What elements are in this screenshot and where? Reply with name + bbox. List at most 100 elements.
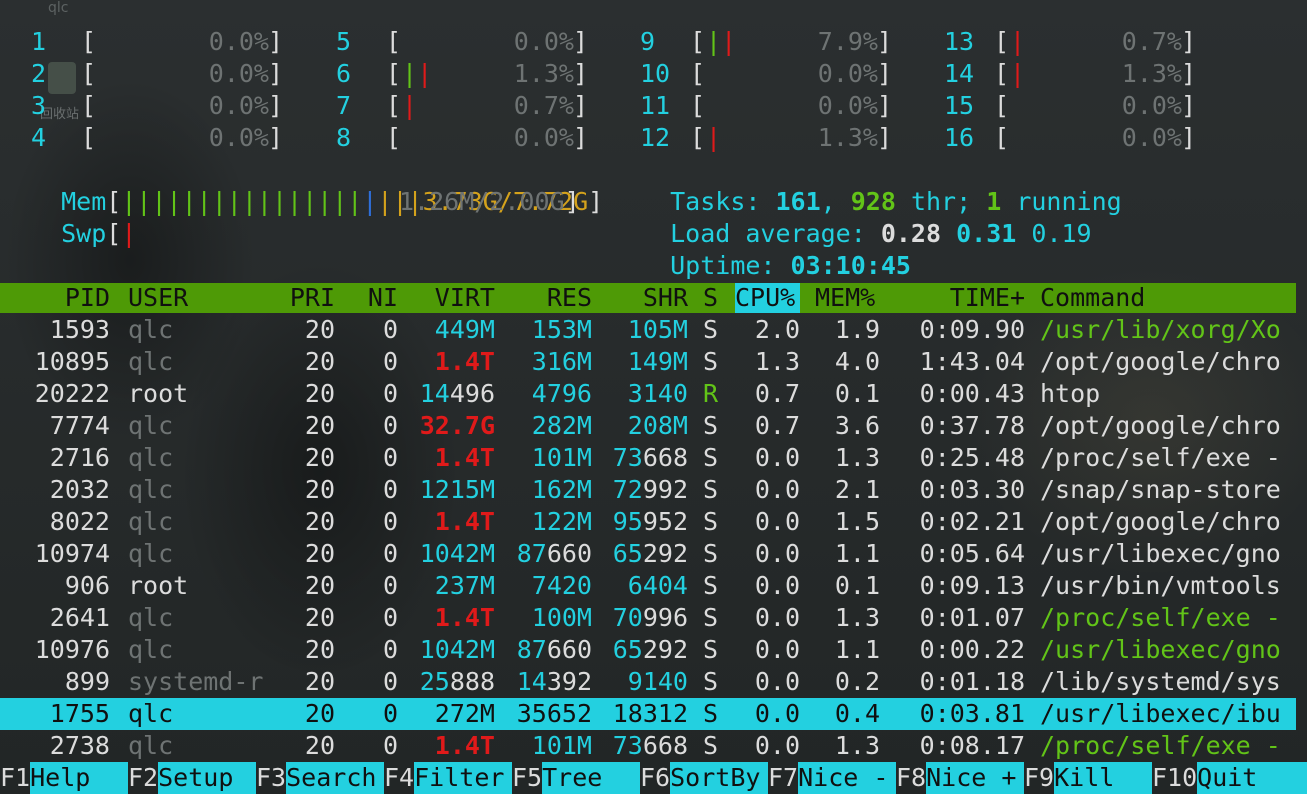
cell-time: 0:09.90: [919, 315, 1025, 344]
cell-shr: 73668: [612, 731, 688, 760]
process-row[interactable]: 906 root 20 0 237M 7420 6404 S 0.0 0.1 0:09.13/usr…: [0, 570, 1296, 602]
cell-time: 1:43.04: [919, 347, 1025, 376]
cpu-meter-13: 13[| 0.7%]: [944, 27, 1196, 56]
cpu-meter-3: 3[0.0%]: [31, 91, 283, 120]
process-row[interactable]: 10895 qlc 20 0 1.4T 316M 149M S 1.3 4.0 1:43.04/op…: [0, 346, 1296, 378]
cpu-usage-bar: |: [706, 123, 722, 152]
cell-shr: 70996: [612, 603, 688, 632]
cell-command: /usr/libexec/ibu: [1040, 699, 1281, 728]
cpu-percent: 0.0%: [208, 91, 269, 120]
process-row[interactable]: 10976 qlc 20 0 1042M 87660 65292 S 0.0 1.1 0:00.22…: [0, 634, 1296, 666]
cell-time: 0:01.07: [919, 603, 1025, 632]
fkey-f7[interactable]: F7Nice -: [768, 762, 897, 794]
fkey-f2[interactable]: F2Setup: [128, 762, 257, 794]
cell-state: S: [703, 443, 719, 472]
col-time[interactable]: TIME+: [890, 283, 1025, 313]
col-res[interactable]: RES: [500, 283, 592, 313]
cell-command: /snap/snap-store: [1040, 475, 1281, 504]
swap-meter: Swp[|: [61, 219, 137, 248]
cell-shr: 105M: [627, 315, 688, 344]
cell-res: 100M: [531, 603, 592, 632]
cell-virt: 272M: [434, 699, 495, 728]
col-virt[interactable]: VIRT: [400, 283, 495, 313]
cell-cpu: 0.0: [754, 603, 800, 632]
fkey-f5[interactable]: F5Tree: [512, 762, 641, 794]
function-key-bar: F1Help F2Setup F3Search F4Filter F5Tree F6…: [0, 762, 1307, 794]
col-ni[interactable]: NI: [340, 283, 398, 313]
process-row[interactable]: 7774 qlc 20 0 32.7G 282M 208M S 0.7 3.6 0:37.78/op…: [0, 410, 1296, 442]
cpu-percent: 0.0%: [817, 91, 878, 120]
process-row[interactable]: 1755 qlc 20 0 272M 35652 18312 S 0.0 0.4 0:03.81/u…: [0, 698, 1296, 730]
fkey-f3[interactable]: F3Search: [256, 762, 385, 794]
cell-pri: 20: [304, 507, 335, 536]
fkey-label: Help: [30, 762, 129, 794]
process-row[interactable]: 10974 qlc 20 0 1042M 87660 65292 S 0.0 1.1 0:05.64…: [0, 538, 1296, 570]
cpu-usage-bar: ||: [402, 59, 433, 88]
cell-state: S: [703, 731, 719, 760]
cell-pid: 10976: [34, 635, 110, 664]
process-row[interactable]: 2716 qlc 20 0 1.4T 101M 73668 S 0.0 1.3 0:25.48/pr…: [0, 442, 1296, 474]
fkey-f9[interactable]: F9Kill: [1024, 762, 1153, 794]
cell-command: /opt/google/chro: [1040, 347, 1281, 376]
col-mem[interactable]: MEM%: [815, 283, 880, 313]
process-row[interactable]: 2738 qlc 20 0 1.4T 101M 73668 S 0.0 1.3 0:08.17/pr…: [0, 730, 1296, 762]
col-user[interactable]: USER: [128, 283, 278, 313]
fkey-f6[interactable]: F6SortBy: [640, 762, 769, 794]
process-row[interactable]: 8022 qlc 20 0 1.4T 122M 95952 S 0.0 1.5 0:02.21/op…: [0, 506, 1296, 538]
fkey-key: F6: [640, 763, 671, 792]
cpu-meter-16: 16[0.0%]: [944, 123, 1196, 152]
fkey-key: F9: [1024, 763, 1055, 792]
cell-nice: 0: [382, 315, 398, 344]
col-cpu-sorted[interactable]: CPU%: [735, 283, 800, 313]
cell-nice: 0: [382, 475, 398, 504]
col-pri[interactable]: PRI: [280, 283, 335, 313]
fkey-f1[interactable]: F1Help: [0, 762, 129, 794]
cell-res: 153M: [531, 315, 592, 344]
col-state[interactable]: S: [703, 283, 723, 313]
cell-nice: 0: [382, 347, 398, 376]
cell-pid: 20222: [34, 379, 110, 408]
uptime: Uptime: 03:10:45: [670, 251, 911, 280]
load-average: Load average: 0.28 0.31 0.19: [670, 219, 1092, 248]
cpu-percent: 1.3%: [1121, 59, 1182, 88]
cell-command: /proc/self/exe -: [1040, 443, 1281, 472]
cell-virt: 1.4T: [434, 443, 495, 472]
fkey-f10[interactable]: F10Quit: [1152, 762, 1307, 794]
cell-pri: 20: [304, 411, 335, 440]
cpu-meter-8: 8[0.0%]: [336, 123, 588, 152]
cpu-percent: 7.9%: [817, 27, 878, 56]
cell-command: htop: [1040, 379, 1101, 408]
cell-cpu: 0.0: [754, 475, 800, 504]
process-row[interactable]: 2641 qlc 20 0 1.4T 100M 70996 S 0.0 1.3 0:01.07/pr…: [0, 602, 1296, 634]
cell-time: 0:01.18: [919, 667, 1025, 696]
cell-cpu: 0.0: [754, 539, 800, 568]
cpu-usage-bar: |: [1010, 59, 1026, 88]
cell-res: 101M: [531, 443, 592, 472]
cell-cpu: 0.0: [754, 443, 800, 472]
col-shr[interactable]: SHR: [595, 283, 688, 313]
cell-command: /lib/systemd/sys: [1040, 667, 1281, 696]
cell-mem: 1.3: [834, 603, 880, 632]
cell-user: root: [128, 571, 189, 600]
cell-command: /usr/libexec/gno: [1040, 635, 1281, 664]
col-pid[interactable]: PID: [0, 283, 110, 313]
cell-command: /usr/bin/vmtools: [1040, 571, 1281, 600]
fkey-f4[interactable]: F4Filter: [384, 762, 513, 794]
fkey-f8[interactable]: F8Nice +: [896, 762, 1025, 794]
col-command[interactable]: Command: [1040, 283, 1296, 313]
fkey-label: Search: [286, 762, 385, 794]
fkey-label: Quit: [1197, 762, 1307, 794]
cell-pri: 20: [304, 475, 335, 504]
cell-res: 122M: [531, 507, 592, 536]
cell-time: 0:03.30: [919, 475, 1025, 504]
cell-res: 35652: [516, 699, 592, 728]
cell-virt: 1215M: [419, 475, 495, 504]
process-row[interactable]: 1593 qlc 20 0 449M 153M 105M S 2.0 1.9 0:09.90/usr…: [0, 314, 1296, 346]
cell-res: 162M: [531, 475, 592, 504]
fkey-key: F5: [512, 763, 543, 792]
process-row[interactable]: 20222 root 20 0 14496 4796 3140 R 0.7 0.1 0:00.43 h…: [0, 378, 1296, 410]
process-row[interactable]: 2032 qlc 20 0 1215M 162M 72992 S 0.0 2.1 0:03.30/s…: [0, 474, 1296, 506]
process-row[interactable]: 899 systemd-r 20 0 25888 14392 9140 S 0.0 0.2 0:01…: [0, 666, 1296, 698]
cpu-percent: 0.0%: [1121, 91, 1182, 120]
cell-pri: 20: [304, 539, 335, 568]
